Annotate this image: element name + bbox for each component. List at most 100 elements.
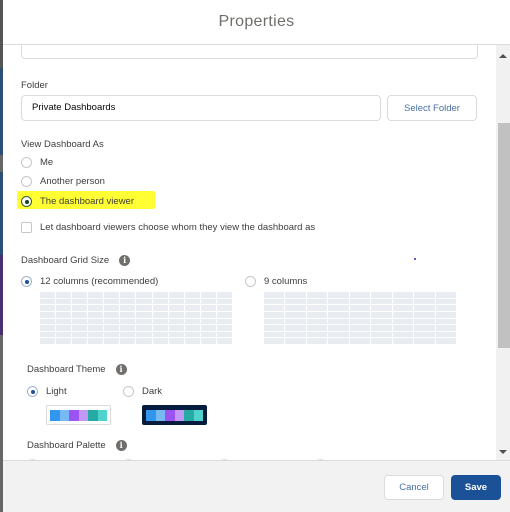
grid-cell xyxy=(88,311,104,318)
grid-option-12-columns[interactable]: 12 columns (recommended) xyxy=(21,276,158,287)
grid-cell xyxy=(200,292,216,298)
grid-preview-12-columns[interactable] xyxy=(40,292,232,344)
radio-me[interactable] xyxy=(21,157,32,168)
grid-cell xyxy=(285,331,306,338)
grid-cell xyxy=(104,292,120,298)
view-as-option-me[interactable]: Me xyxy=(21,157,53,168)
grid-preview-9-columns[interactable] xyxy=(264,292,456,344)
grid-cell xyxy=(152,325,168,331)
radio-dashboard-viewer[interactable] xyxy=(21,196,32,207)
grid-cell xyxy=(40,318,56,325)
option-label: Me xyxy=(40,157,54,168)
grid-cell xyxy=(168,338,184,344)
grid-cell xyxy=(40,292,56,298)
info-icon[interactable]: i xyxy=(115,364,127,375)
grid-cell xyxy=(40,305,56,311)
grid-cell xyxy=(264,318,285,325)
grid-cell xyxy=(264,338,285,344)
let-viewers-choose-checkbox[interactable] xyxy=(21,222,32,233)
grid-cell xyxy=(152,311,168,318)
cancel-button[interactable]: Cancel xyxy=(384,475,444,500)
scrollbar-thumb[interactable] xyxy=(498,123,510,348)
palette-label: Dashboard Palette xyxy=(27,440,106,451)
grid-cell xyxy=(152,331,168,338)
modal-footer: Cancel Save xyxy=(3,460,510,512)
grid-cell xyxy=(285,338,306,344)
theme-option-light[interactable]: Light xyxy=(27,386,67,397)
grid-cell xyxy=(306,311,328,318)
description-field[interactable] xyxy=(21,45,478,59)
color-swatch xyxy=(155,409,165,421)
grid-cell xyxy=(216,305,232,311)
let-viewers-choose-option[interactable]: Let dashboard viewers choose whom they v… xyxy=(21,222,315,233)
color-swatch xyxy=(174,409,184,421)
view-as-option-dashboard-viewer[interactable]: The dashboard viewer xyxy=(21,196,134,207)
grid-cell xyxy=(216,318,232,325)
info-icon[interactable]: i xyxy=(115,440,127,451)
scroll-down-arrow-icon[interactable] xyxy=(499,450,507,454)
info-icon[interactable]: i xyxy=(119,255,131,266)
grid-cell xyxy=(136,311,152,318)
grid-cell xyxy=(371,298,392,305)
grid-cell xyxy=(152,338,168,344)
grid-cell xyxy=(392,305,414,311)
grid-cell xyxy=(88,305,104,311)
radio-light[interactable] xyxy=(27,386,38,397)
grid-cell xyxy=(72,305,88,311)
view-as-option-another-person[interactable]: Another person xyxy=(21,176,105,187)
scrollbar[interactable] xyxy=(496,45,510,460)
grid-cell xyxy=(285,298,306,305)
grid-cell xyxy=(349,292,371,298)
grid-cell xyxy=(328,305,349,311)
radio-9-columns[interactable] xyxy=(245,276,256,287)
grid-cell xyxy=(56,305,72,311)
radio-another-person[interactable] xyxy=(21,176,32,187)
grid-cell xyxy=(168,325,184,331)
grid-cell xyxy=(104,311,120,318)
grid-cell xyxy=(120,292,136,298)
grid-cell xyxy=(306,298,328,305)
grid-cell xyxy=(104,338,120,344)
checkbox-label: Let dashboard viewers choose whom they v… xyxy=(40,222,316,233)
grid-cell xyxy=(435,292,456,298)
grid-cell xyxy=(88,325,104,331)
modal-body: Folder Private Dashboards Select Folder … xyxy=(3,45,510,460)
grid-cell xyxy=(40,338,56,344)
grid-cell xyxy=(120,325,136,331)
grid-cell xyxy=(200,298,216,305)
option-label: The dashboard viewer xyxy=(40,196,134,207)
grid-cell xyxy=(306,325,328,331)
option-label: 12 columns (recommended) xyxy=(40,276,159,287)
radio-dark[interactable] xyxy=(123,386,134,397)
grid-cell xyxy=(104,331,120,338)
grid-cell xyxy=(72,338,88,344)
select-folder-button[interactable]: Select Folder xyxy=(387,95,477,121)
grid-cell xyxy=(56,325,72,331)
grid-cell xyxy=(328,292,349,298)
grid-cell xyxy=(328,325,349,331)
grid-cell xyxy=(184,331,200,338)
grid-cell xyxy=(216,331,232,338)
grid-cell xyxy=(392,311,414,318)
grid-cell xyxy=(371,331,392,338)
color-swatch xyxy=(59,409,69,421)
grid-option-9-columns[interactable]: 9 columns xyxy=(245,276,307,287)
option-label: Light xyxy=(46,386,67,397)
color-swatch xyxy=(165,409,175,421)
grid-cell xyxy=(392,298,414,305)
grid-cell xyxy=(184,311,200,318)
save-button[interactable]: Save xyxy=(451,475,501,500)
grid-cell xyxy=(306,292,328,298)
light-theme-swatch[interactable] xyxy=(46,405,111,425)
grid-cell xyxy=(349,318,371,325)
dark-theme-swatch[interactable] xyxy=(142,405,207,425)
folder-input[interactable]: Private Dashboards xyxy=(21,95,381,121)
grid-cell xyxy=(328,331,349,338)
grid-cell xyxy=(414,305,435,311)
theme-option-dark[interactable]: Dark xyxy=(123,386,162,397)
radio-12-columns[interactable] xyxy=(21,276,32,287)
grid-cell xyxy=(216,292,232,298)
grid-cell xyxy=(136,318,152,325)
scroll-up-arrow-icon[interactable] xyxy=(499,54,507,58)
grid-cell xyxy=(328,338,349,344)
